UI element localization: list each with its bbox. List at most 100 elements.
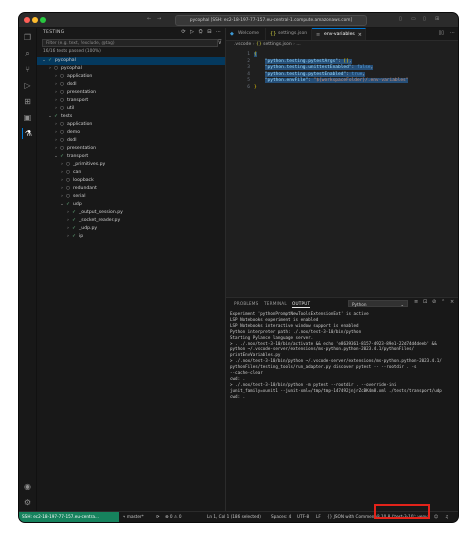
json-icon: {} bbox=[255, 42, 262, 47]
test-tree-item-label: demo bbox=[67, 130, 81, 135]
json-icon: {} bbox=[270, 31, 277, 37]
run-debug-icon[interactable]: ▷ bbox=[22, 80, 33, 91]
indentation[interactable]: Spaces: 4 bbox=[271, 512, 291, 522]
test-tree-item-label: loopback bbox=[73, 178, 94, 183]
test-tree-item-label: dsdl bbox=[67, 138, 77, 143]
test-tree-item-label: can bbox=[73, 170, 82, 175]
maximize-panel-icon[interactable]: ⌃ bbox=[441, 299, 445, 305]
cursor-position[interactable]: Ln 1, Col 1 (186 selected) bbox=[207, 512, 261, 522]
test-not-run-icon: ○ bbox=[66, 170, 70, 175]
settings-gear-icon[interactable]: ⚙ bbox=[22, 497, 33, 508]
test-passed-icon: ✓ bbox=[72, 218, 76, 223]
lock-scroll-icon[interactable]: ⊡ bbox=[423, 299, 427, 305]
test-not-run-icon: ○ bbox=[66, 194, 70, 199]
close-tab-icon[interactable]: × bbox=[358, 29, 362, 41]
test-tree-item[interactable]: › ✓ _udp.py bbox=[37, 225, 225, 233]
test-passed-icon: ✓ bbox=[60, 154, 64, 159]
test-tree-item[interactable]: › ✓ _socket_reader.py bbox=[37, 217, 225, 225]
test-tree-item[interactable]: › ○ presentation bbox=[37, 89, 225, 97]
language-mode[interactable]: {} JSON with Comments bbox=[327, 512, 378, 522]
extensions-icon[interactable]: ⊞ bbox=[22, 96, 33, 107]
remote-explorer-icon[interactable]: ▣ bbox=[22, 112, 33, 123]
test-tree-item[interactable]: › ○ serial bbox=[37, 193, 225, 201]
branch-indicator[interactable]: ⑂ master* bbox=[123, 512, 144, 522]
more-actions-icon[interactable]: ⋯ bbox=[216, 29, 221, 35]
test-tree-item[interactable]: ⌄ ✓ tests bbox=[37, 113, 225, 121]
test-tree-item-label: presentation bbox=[67, 146, 97, 151]
clear-output-icon[interactable]: ⊘ bbox=[432, 299, 436, 305]
test-tree-item[interactable]: ⌄ ✓ udp bbox=[37, 201, 225, 209]
source-control-icon[interactable]: ⑂ bbox=[22, 64, 33, 75]
close-panel-icon[interactable]: × bbox=[450, 299, 454, 305]
test-tree-item[interactable]: › ○ dsdl bbox=[37, 137, 225, 145]
test-tree-item[interactable]: › ✓ _output_session.py bbox=[37, 209, 225, 217]
test-tree-item[interactable]: › ○ pycophal bbox=[37, 65, 225, 73]
test-tree-item[interactable]: › ○ application bbox=[37, 121, 225, 129]
editor-more-icon[interactable]: ⋯ bbox=[450, 30, 455, 36]
test-tree-item[interactable]: ⌄ ✓ pycophal bbox=[37, 57, 225, 65]
command-center[interactable]: pycophal [SSH: ec2-18-197-77-157.eu-cent… bbox=[175, 15, 367, 26]
split-editor-icon[interactable]: ▯▯ bbox=[438, 30, 444, 36]
test-filter-input[interactable]: Filter (e.g. text, !exclude, @tag) bbox=[42, 39, 218, 47]
tab-problems[interactable]: PROBLEMS bbox=[234, 301, 258, 306]
test-tree-item[interactable]: › ○ util bbox=[37, 105, 225, 113]
toggle-secondary-sidebar-icon[interactable]: ▯ bbox=[423, 15, 426, 24]
sync-indicator[interactable]: ⟳ bbox=[156, 512, 160, 522]
collapse-all-icon[interactable]: ⊟ bbox=[207, 29, 211, 35]
forward-arrow-icon[interactable]: → bbox=[157, 15, 161, 24]
debug-tests-icon[interactable]: ⛭ bbox=[199, 29, 203, 35]
close-window-button[interactable] bbox=[24, 17, 30, 23]
tab-welcome[interactable]: ◆ Welcome bbox=[226, 28, 266, 40]
encoding[interactable]: UTF-8 bbox=[297, 512, 309, 522]
code-content[interactable]: { "python.testing.pytestArgs": [], "pyth… bbox=[254, 52, 446, 92]
test-not-run-icon: ○ bbox=[60, 74, 64, 79]
code-line: "python.envFile": "${workspaceFolder}/.e… bbox=[264, 78, 409, 84]
output-log[interactable]: Experiment 'pythonPromptNewToolsExtensio… bbox=[230, 311, 452, 400]
test-tree-item[interactable]: › ○ loopback bbox=[37, 177, 225, 185]
end-of-line[interactable]: LF bbox=[316, 512, 321, 522]
test-not-run-icon: ○ bbox=[66, 178, 70, 183]
activity-bar: ❐ ⌕ ⑂ ▷ ⊞ ▣ ⚗ ◉ ⚙ bbox=[19, 28, 37, 512]
account-icon[interactable]: ◉ bbox=[22, 481, 33, 492]
vscode-icon: ◆ bbox=[230, 31, 234, 37]
test-tree-item-label: ip bbox=[79, 234, 84, 239]
test-tree-item[interactable]: › ○ dsdl bbox=[37, 81, 225, 89]
test-not-run-icon: ○ bbox=[60, 146, 64, 151]
test-tree-item[interactable]: › ✓ ip bbox=[37, 233, 225, 241]
remote-indicator[interactable]: SSH: ec2-18-197-77-157.eu-centra... bbox=[19, 512, 119, 522]
test-passed-icon: ✓ bbox=[48, 58, 52, 63]
output-channel-select[interactable]: Python ⌄ bbox=[348, 300, 408, 307]
refresh-tests-icon[interactable]: ⟳ bbox=[181, 29, 185, 35]
notifications-bell-icon[interactable]: ♫ bbox=[445, 512, 449, 522]
test-tree-item[interactable]: › ○ presentation bbox=[37, 145, 225, 153]
tab-settings-json[interactable]: {} settings.json bbox=[266, 28, 312, 40]
problems-indicator[interactable]: ⊗ 0 ⚠ 0 bbox=[165, 512, 182, 522]
tab-terminal[interactable]: TERMINAL bbox=[264, 301, 287, 306]
test-tree-item-label: application bbox=[67, 74, 93, 79]
zoom-window-button[interactable] bbox=[40, 17, 46, 23]
chevron-down-icon: ⌄ bbox=[400, 302, 404, 307]
testing-icon[interactable]: ⚗ bbox=[22, 128, 34, 139]
tab-env-variables[interactable]: ≡ env-variables × bbox=[312, 28, 366, 40]
files-icon[interactable]: ❐ bbox=[22, 32, 33, 43]
test-tree-item-label: _udp.py bbox=[79, 226, 98, 231]
feedback-icon[interactable]: ☺ bbox=[434, 512, 438, 522]
run-tests-icon[interactable]: ▷ bbox=[190, 29, 194, 35]
test-tree-item[interactable]: ⌄ ✓ transport bbox=[37, 153, 225, 161]
test-tree-item[interactable]: › ○ _primitives.py bbox=[37, 161, 225, 169]
toggle-panel-icon[interactable]: ▭ bbox=[411, 15, 416, 24]
test-tree-item[interactable]: › ○ transport bbox=[37, 97, 225, 105]
search-icon[interactable]: ⌕ bbox=[22, 48, 33, 59]
title-bar: ← → pycophal [SSH: ec2-18-197-77-157.eu-… bbox=[19, 13, 458, 28]
toggle-sidebar-icon[interactable]: ▯ bbox=[399, 15, 402, 24]
test-tree-item[interactable]: › ○ redundant bbox=[37, 185, 225, 193]
customize-layout-icon[interactable]: ⊞ bbox=[435, 15, 439, 24]
minimize-window-button[interactable] bbox=[32, 17, 38, 23]
test-tree-item[interactable]: › ○ demo bbox=[37, 129, 225, 137]
test-tree-item[interactable]: › ○ can bbox=[37, 169, 225, 177]
filter-icon[interactable]: ⊽ bbox=[218, 39, 222, 46]
test-tree-item[interactable]: › ○ application bbox=[37, 73, 225, 81]
back-arrow-icon[interactable]: ← bbox=[147, 15, 151, 24]
tab-output[interactable]: OUTPUT bbox=[292, 301, 311, 308]
list-filter-icon[interactable]: ≡ bbox=[414, 299, 418, 305]
